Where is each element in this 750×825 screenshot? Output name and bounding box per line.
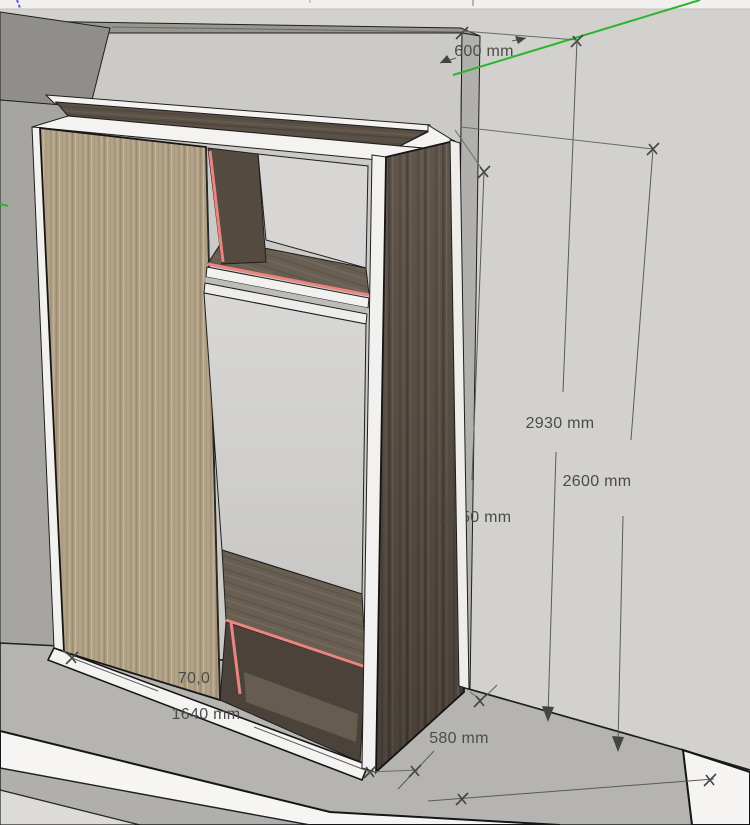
dim-label-opening-height: 2850 mm xyxy=(443,509,512,526)
dim-label-niche-depth: 600 mm xyxy=(454,43,514,60)
hanging-back-panel[interactable] xyxy=(204,293,366,594)
dim-label-door-gap[interactable]: 70,0 xyxy=(178,670,210,687)
dim-label-cabinet-width: 1640 mm xyxy=(172,706,241,723)
scene-canvas[interactable]: 2850 mm 600 mm 2930 mm xyxy=(0,0,750,825)
dim-label-cabinet-depth: 580 mm xyxy=(429,730,489,747)
dim-label-cabinet-height: 2600 mm xyxy=(563,473,632,490)
model-viewport[interactable]: 2850 mm 600 mm 2930 mm xyxy=(0,0,750,825)
right-side-panel-shade xyxy=(376,141,464,772)
left-wall-upper[interactable] xyxy=(0,12,110,108)
sliding-door-oak[interactable] xyxy=(40,128,220,700)
dim-label-wall-height: 2930 mm xyxy=(526,415,595,432)
wardrobe[interactable]: 2850 mm xyxy=(32,95,511,780)
